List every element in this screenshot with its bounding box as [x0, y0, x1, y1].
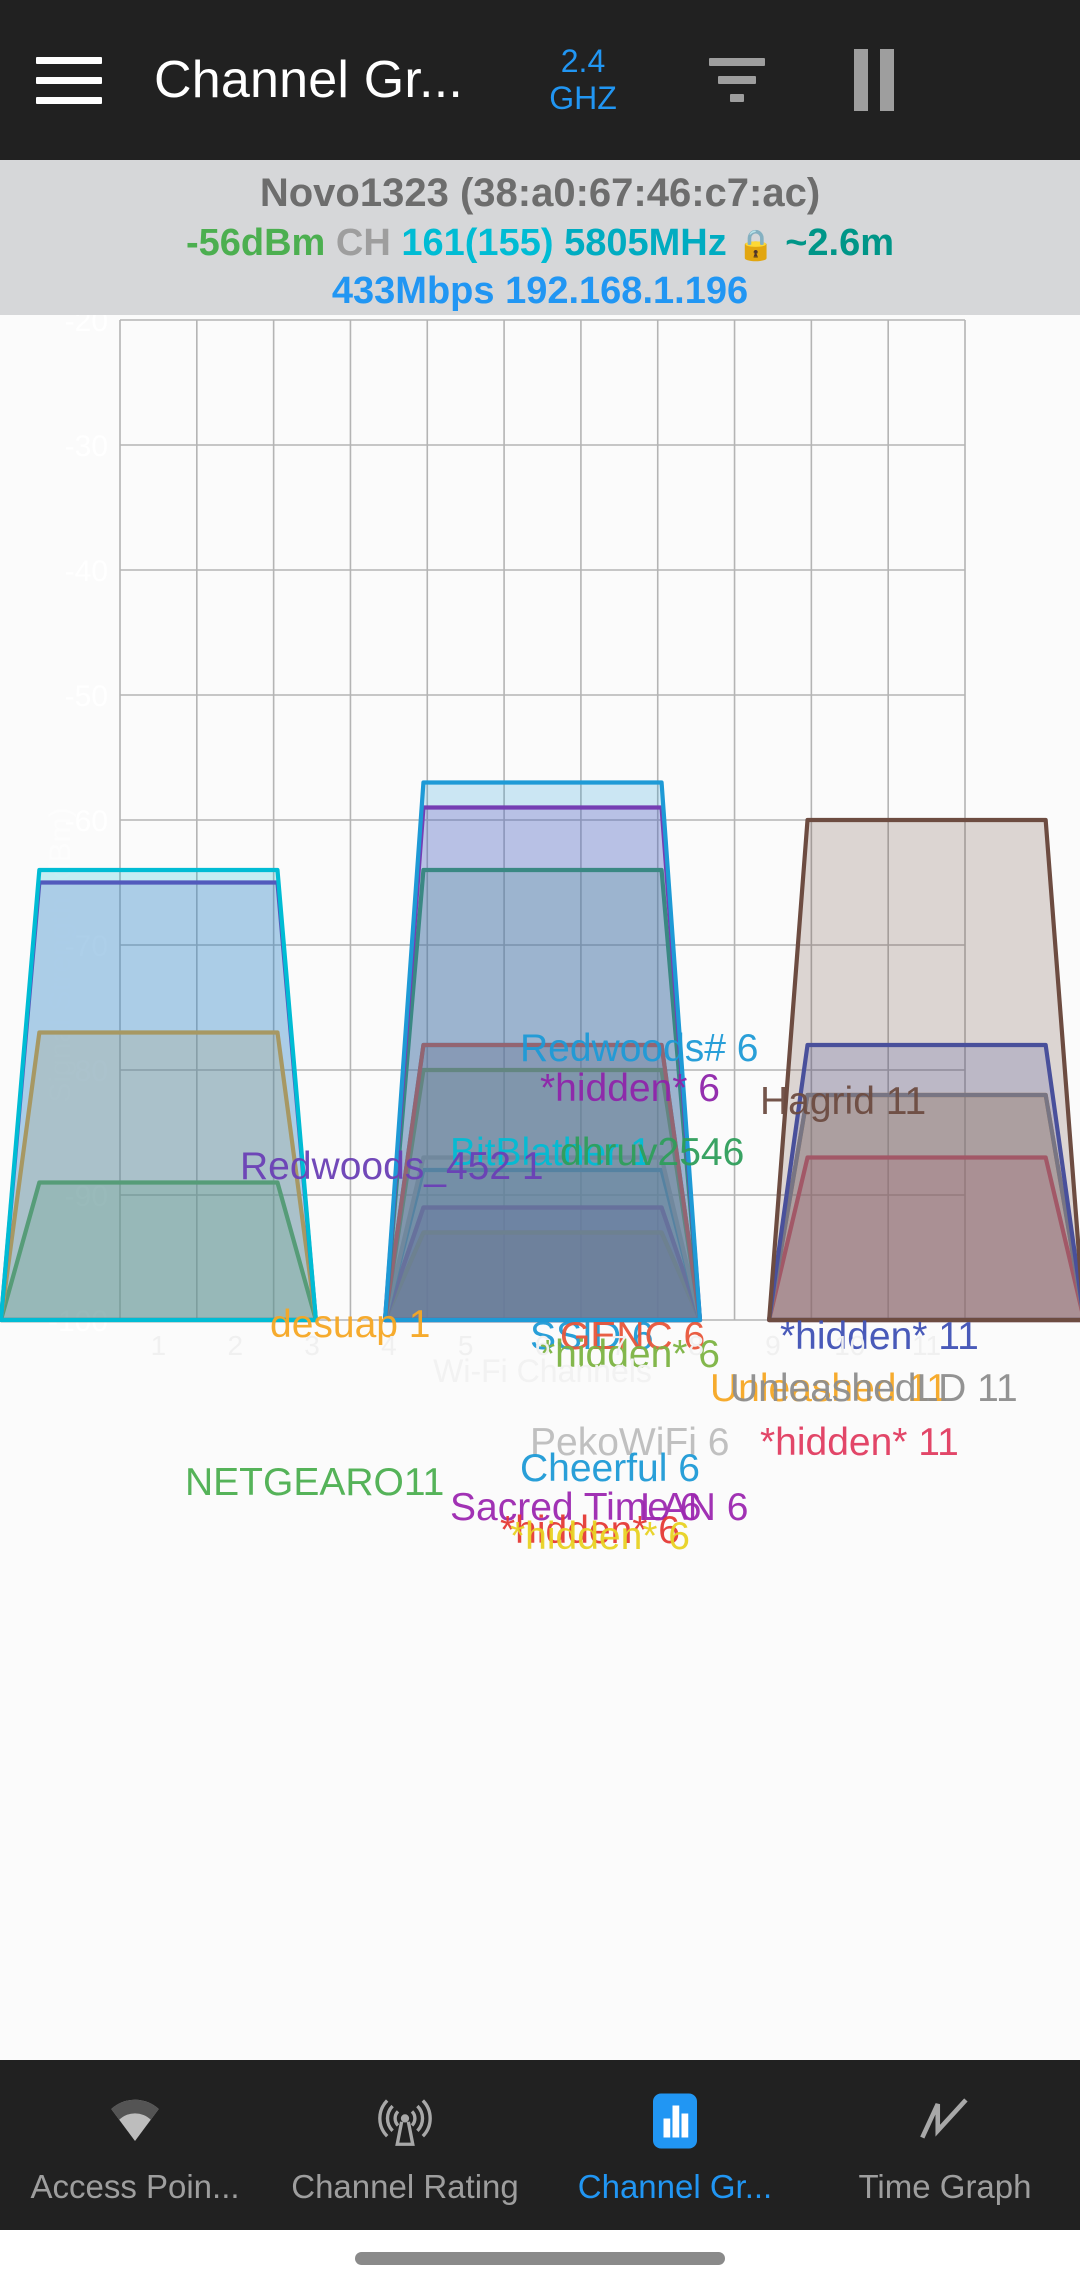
ap-label: desuap 1 — [270, 1303, 430, 1346]
pause-icon[interactable] — [839, 45, 909, 115]
nav-item-access-points[interactable]: Access Poin... — [0, 2060, 270, 2230]
ap-signal-area — [767, 817, 1080, 1323]
line-graph-icon — [912, 2090, 978, 2152]
nav-item-channel-rating[interactable]: Channel Rating — [270, 2060, 540, 2230]
y-axis-tick-label: -30 — [65, 430, 108, 463]
connection-speed-row: 433Mbps 192.168.1.196 — [0, 267, 1080, 315]
ap-label: UnleashedLD 11 — [730, 1367, 1018, 1410]
connected-ssid-mac: Novo1323 (38:a0:67:46:c7:ac) — [259, 171, 821, 215]
ap-label: Cheerful 6 — [520, 1447, 700, 1490]
ip-address: 192.168.1.196 — [505, 270, 749, 313]
band-value: 2.4 — [560, 43, 606, 80]
y-axis-tick-label: -50 — [65, 680, 108, 713]
channel-graph-chart[interactable]: -20 -30 -40 -50 -60 -70 -80 -90 -100 Signal Stren… — [0, 315, 1080, 2060]
nav-label-channel-rating: Channel Rating — [291, 2168, 519, 2205]
bar-chart-icon — [645, 2090, 705, 2152]
gesture-bar[interactable] — [355, 2251, 725, 2265]
x-axis-tick-label: 4 — [381, 1330, 397, 1361]
ap-label: dhruv2546 — [560, 1131, 744, 1174]
wifi-icon — [102, 2090, 168, 2152]
system-gesture-area — [0, 2230, 1080, 2286]
x-axis-tick-label: 11 — [912, 1330, 941, 1361]
x-axis-tick-label: 10 — [834, 1330, 865, 1361]
channel-graph-svg: -20-30-40-50-60-70-80-90-100Signal Stren… — [0, 315, 1080, 1558]
distance-estimate: ~2.6m — [785, 221, 894, 264]
x-axis-title: Wi-Fi Channels — [433, 1353, 652, 1389]
nav-label-channel-graph: Channel Gr... — [577, 2168, 773, 2205]
ap-label: *hidden* 11 — [760, 1421, 959, 1464]
y-axis-tick-label: -20 — [65, 315, 108, 338]
x-axis-tick-label: 8 — [688, 1330, 704, 1361]
ap-label: *hidden* 11 — [780, 1315, 979, 1358]
x-axis-tick-label: 3 — [304, 1330, 320, 1361]
radar-icon — [374, 2090, 436, 2152]
x-axis-tick-label: 1 — [151, 1330, 167, 1361]
bottom-navigation: Access Poin... Channel Rating Channel Gr… — [0, 2060, 1080, 2230]
ap-signal-area — [0, 867, 318, 1323]
ap-label: Redwoods# 6 — [520, 1027, 759, 1070]
ap-label: *hidden* 6 — [510, 1515, 690, 1558]
nav-item-channel-graph[interactable]: Channel Gr... — [540, 2060, 810, 2230]
band-toggle-button[interactable]: 2.4 GHZ — [523, 43, 643, 117]
channel-label: CH — [335, 221, 391, 264]
signal-strength: -56dBm — [185, 221, 326, 264]
ap-label: *hidden* 6 — [540, 1067, 720, 1110]
hamburger-menu-icon[interactable] — [36, 56, 132, 104]
filter-icon[interactable] — [695, 38, 779, 122]
y-axis-tick-label: -40 — [65, 555, 108, 588]
page-title: Channel Gr... — [154, 51, 463, 109]
lock-icon: 🔒 — [737, 228, 775, 262]
nav-item-time-graph[interactable]: Time Graph — [810, 2060, 1080, 2230]
frequency-value: 5805MHz — [564, 221, 727, 264]
nav-label-time-graph: Time Graph — [858, 2168, 1032, 2205]
ap-label: Hagrid 11 — [760, 1080, 926, 1123]
nav-label-access-points: Access Poin... — [30, 2168, 240, 2205]
x-axis-tick-label: 9 — [765, 1330, 781, 1361]
ap-label: NETGEARO11 — [185, 1461, 444, 1504]
app-bar: Channel Gr... 2.4 GHZ — [0, 0, 1080, 160]
app-screen: Channel Gr... 2.4 GHZ Novo1323 (38:a0:67… — [0, 0, 1080, 2286]
link-speed: 433Mbps — [331, 270, 495, 313]
channel-number: 161(155) — [401, 221, 554, 264]
connection-info-bar: Novo1323 (38:a0:67:46:c7:ac) -56dBm CH 1… — [0, 160, 1080, 315]
ap-label: Redwoods_452 1 — [240, 1145, 544, 1188]
band-unit: GHZ — [549, 80, 617, 116]
connection-details-row: -56dBm CH 161(155) 5805MHz 🔒 ~2.6m — [0, 219, 1080, 267]
x-axis-tick-label: 2 — [227, 1330, 243, 1361]
